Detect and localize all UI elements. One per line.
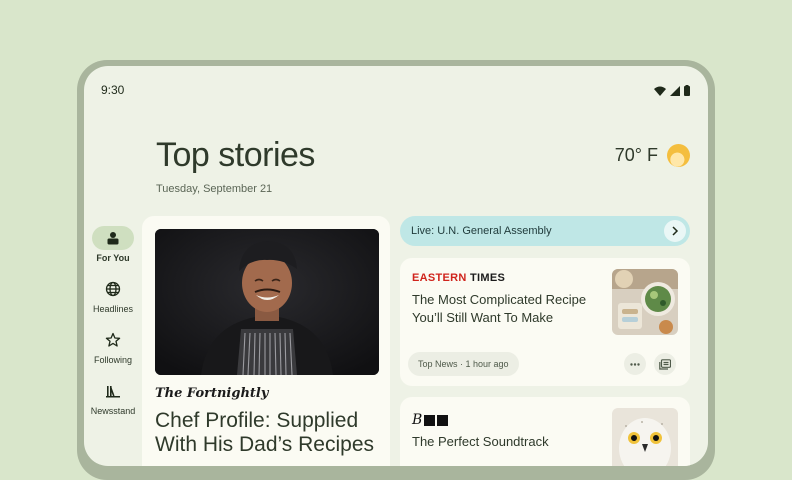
chef-photo: [155, 229, 379, 375]
status-icons: [654, 85, 690, 96]
weather-temp: 70° F: [614, 145, 658, 165]
wifi-icon: [654, 86, 666, 96]
story-headline[interactable]: The Perfect Soundtrack: [412, 434, 549, 449]
food-thumbnail: [612, 269, 678, 335]
nav-item-headlines[interactable]: Headlines: [84, 277, 142, 314]
nav-label: Headlines: [92, 304, 134, 314]
globe-icon: [92, 277, 134, 301]
main-headline[interactable]: Chef Profile: Supplied With His Dad’s Re…: [155, 409, 379, 457]
full-coverage-icon[interactable]: [654, 353, 676, 375]
story-meta-chip[interactable]: Top News · 1 hour ago: [408, 352, 519, 376]
nav-label: For You: [96, 253, 130, 263]
newsstand-icon: [92, 379, 134, 403]
more-options-icon[interactable]: [624, 353, 646, 375]
publisher-name: The Fortnightly: [155, 386, 269, 401]
live-banner[interactable]: Live: U.N. General Assembly: [400, 216, 690, 246]
weather-widget[interactable]: 70° F: [615, 144, 690, 167]
story-card[interactable]: EASTERN TIMES The Most Complicated Recip…: [400, 258, 690, 386]
logo-square: [424, 414, 436, 426]
nav-label: Newsstand: [90, 406, 136, 416]
nav-item-newsstand[interactable]: Newsstand: [84, 379, 142, 416]
logo-square: [437, 414, 449, 426]
source-name-black: TIMES: [466, 272, 506, 284]
owl-thumbnail: [612, 408, 678, 466]
live-label: Live: U.N. General Assembly: [411, 225, 552, 237]
signal-icon: [670, 85, 680, 96]
nav-item-for-you[interactable]: For You: [84, 226, 142, 263]
nav-item-following[interactable]: Following: [84, 328, 142, 365]
source-name-red: EASTERN: [412, 272, 467, 284]
star-icon: [92, 328, 134, 352]
sun-icon: [667, 144, 690, 167]
status-time: 9:30: [101, 83, 125, 97]
source-logo: EASTERN TIMES: [412, 272, 505, 284]
source-logo: B: [412, 412, 449, 428]
battery-icon: [684, 85, 690, 96]
story-card[interactable]: B The Perfect Soundtrack: [400, 397, 690, 466]
main-story-card[interactable]: The Fortnightly Chef Profile: Supplied W…: [142, 216, 390, 466]
app-screen: 9:30 Top stories Tuesday, September 21 7…: [84, 66, 708, 466]
source-letter: B: [412, 412, 423, 428]
navigation-rail: For You Headlines Following Newsstand: [84, 226, 142, 430]
for-you-icon: [92, 226, 134, 250]
page-title: Top stories: [156, 136, 315, 174]
story-headline[interactable]: The Most Complicated Recipe You’ll Still…: [412, 291, 592, 327]
page-date: Tuesday, September 21: [156, 183, 273, 195]
chevron-right-icon[interactable]: [664, 220, 686, 242]
nav-label: Following: [93, 355, 133, 365]
